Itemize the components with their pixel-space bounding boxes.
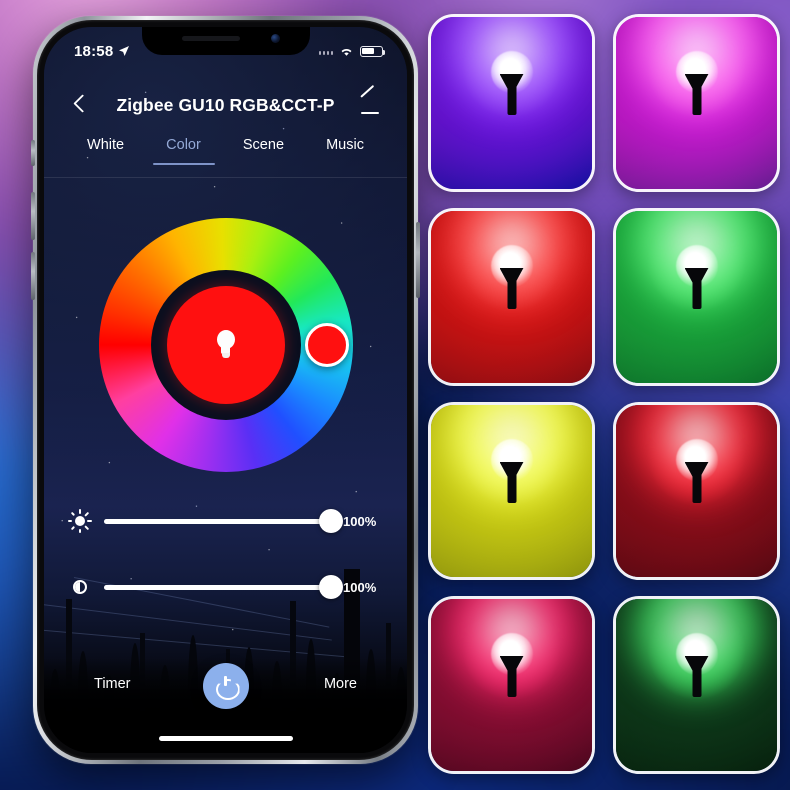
status-time-group: 18:58 [74, 43, 130, 60]
tab-color[interactable]: Color [160, 133, 207, 165]
color-selector-knob[interactable] [304, 323, 349, 367]
brightness-slider[interactable]: 100% [44, 509, 407, 533]
lamp-preview-violet-blue [428, 14, 595, 192]
saturation-contrast-icon [68, 575, 92, 599]
wall-lamp [484, 235, 540, 311]
volume-down-button[interactable] [31, 252, 35, 300]
side-power-button[interactable] [416, 222, 420, 298]
wall-lamp [484, 429, 540, 505]
brightness-value: 100% [343, 513, 377, 529]
lamp-arm [507, 78, 516, 115]
earpiece-speaker [181, 36, 240, 41]
light-bulb-icon [215, 330, 237, 360]
wall-lamp [484, 41, 540, 117]
status-indicators [318, 45, 386, 57]
front-camera [270, 34, 280, 43]
brightness-sun-icon [68, 509, 92, 533]
color-picker-wheel[interactable] [98, 218, 353, 472]
edit-button[interactable] [357, 92, 383, 118]
lamp-preview-dark-red [613, 402, 780, 580]
app-header: Zigbee GU10 RGB&CCT-P [44, 85, 407, 125]
home-indicator [158, 736, 293, 741]
power-button-icon [216, 676, 236, 696]
brightness-track[interactable] [104, 509, 343, 533]
wifi-icon [341, 48, 352, 56]
tab-scene[interactable]: Scene [237, 133, 290, 165]
selected-color-swatch[interactable] [166, 286, 285, 404]
wall-lamp [669, 623, 725, 699]
lamp-preview-grid [428, 14, 780, 774]
power-toggle-button[interactable] [202, 663, 249, 709]
lamp-preview-yellow [428, 402, 595, 580]
timer-button[interactable]: Timer [94, 676, 131, 692]
lamp-preview-red [428, 208, 595, 386]
lamp-arm [692, 78, 701, 115]
saturation-slider[interactable]: 100% [44, 575, 407, 599]
tab-white[interactable]: White [81, 133, 130, 165]
lamp-arm [507, 466, 516, 503]
battery-icon [360, 45, 386, 57]
wall-lamp [669, 235, 725, 311]
lamp-arm [692, 272, 701, 309]
phone-bezel: 18:58 Zigbee GU10 RGB&CCT-P White Color … [37, 20, 414, 760]
saturation-value: 100% [343, 579, 377, 595]
volume-up-button[interactable] [31, 192, 35, 240]
page-title: Zigbee GU10 RGB&CCT-P [116, 94, 335, 115]
smartphone-mockup: 18:58 Zigbee GU10 RGB&CCT-P White Color … [31, 16, 420, 764]
lamp-preview-magenta [613, 14, 780, 192]
status-time: 18:58 [74, 42, 114, 60]
location-arrow-icon [119, 46, 130, 56]
saturation-thumb[interactable] [319, 575, 343, 599]
tab-bar: White Color Scene Music [44, 133, 407, 177]
brightness-thumb[interactable] [319, 509, 343, 533]
back-button[interactable] [68, 92, 94, 118]
saturation-track[interactable] [104, 575, 343, 599]
tab-divider [44, 177, 407, 178]
tab-music[interactable]: Music [320, 133, 370, 165]
more-button[interactable]: More [324, 676, 357, 692]
mute-switch[interactable] [31, 140, 35, 166]
lamp-arm [507, 660, 516, 697]
cellular-signal-icon [318, 47, 333, 55]
lamp-arm [692, 660, 701, 697]
wall-lamp [669, 429, 725, 505]
lamp-arm [692, 466, 701, 503]
lamp-preview-crimson-pink [428, 596, 595, 774]
lamp-preview-dark-green [613, 596, 780, 774]
wall-lamp [669, 41, 725, 117]
device-notch [141, 27, 310, 55]
wall-lamp [484, 623, 540, 699]
phone-screen: 18:58 Zigbee GU10 RGB&CCT-P White Color … [44, 27, 407, 753]
lamp-arm [507, 272, 516, 309]
lamp-preview-green [613, 208, 780, 386]
